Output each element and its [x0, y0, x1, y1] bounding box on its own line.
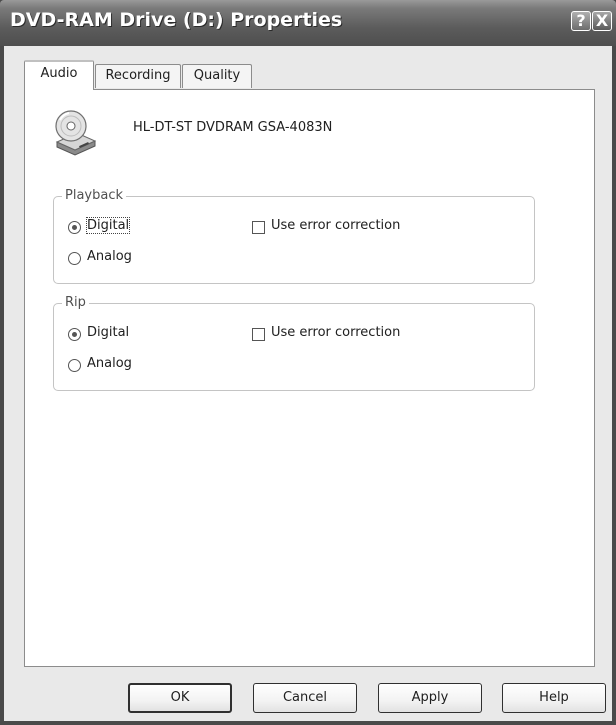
rip-error-correction-checkbox[interactable] — [252, 328, 265, 341]
playback-digital-radio[interactable] — [68, 221, 81, 234]
audio-tab-panel: HL-DT-ST DVDRAM GSA-4083N Playback Digit… — [24, 89, 595, 667]
cancel-button[interactable]: Cancel — [253, 683, 357, 713]
window-title: DVD-RAM Drive (D:) Properties — [10, 9, 343, 31]
playback-error-correction-checkbox[interactable] — [252, 221, 265, 234]
cd-drive-icon — [55, 110, 97, 156]
properties-dialog: DVD-RAM Drive (D:) Properties ? X Audio … — [0, 0, 616, 725]
rip-analog-label[interactable]: Analog — [87, 356, 132, 371]
playback-error-correction-label[interactable]: Use error correction — [271, 218, 400, 233]
playback-analog-label[interactable]: Analog — [87, 249, 132, 264]
rip-group-label: Rip — [62, 295, 89, 310]
tab-audio[interactable]: Audio — [24, 60, 94, 90]
rip-error-correction-label[interactable]: Use error correction — [271, 325, 400, 340]
playback-analog-radio[interactable] — [68, 252, 81, 265]
rip-digital-label[interactable]: Digital — [87, 325, 129, 340]
tab-recording[interactable]: Recording — [95, 64, 181, 88]
playback-group-label: Playback — [62, 188, 127, 203]
rip-group: Rip Digital Analog Use error correction — [53, 295, 535, 391]
playback-group: Playback Digital Analog Use error correc… — [53, 188, 535, 284]
title-bar[interactable]: DVD-RAM Drive (D:) Properties ? X — [0, 0, 616, 46]
drive-model-name: HL-DT-ST DVDRAM GSA-4083N — [133, 120, 333, 135]
rip-digital-radio[interactable] — [68, 328, 81, 341]
playback-digital-label[interactable]: Digital — [85, 217, 131, 234]
close-icon[interactable]: X — [592, 11, 612, 31]
ok-button[interactable]: OK — [128, 683, 232, 713]
help-button[interactable]: Help — [502, 683, 606, 713]
apply-button[interactable]: Apply — [378, 683, 482, 713]
help-icon[interactable]: ? — [571, 11, 591, 31]
tab-quality[interactable]: Quality — [182, 64, 252, 88]
rip-analog-radio[interactable] — [68, 359, 81, 372]
